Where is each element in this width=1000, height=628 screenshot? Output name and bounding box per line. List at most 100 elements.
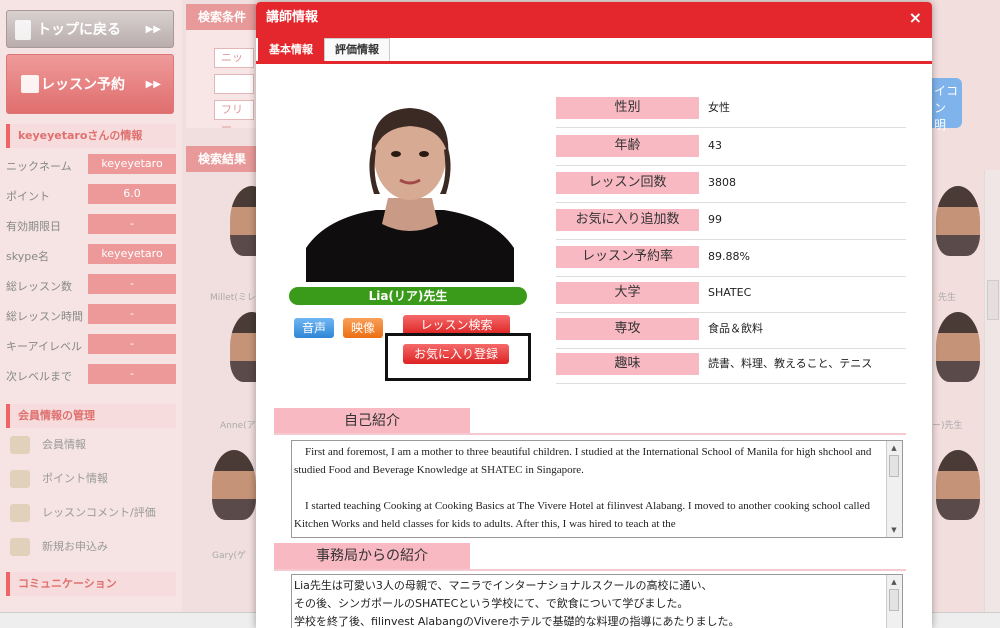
info-value: - xyxy=(88,214,176,234)
attr-value: 3808 xyxy=(708,176,736,189)
lesson-comment-label: レッスンコメント/評価 xyxy=(42,506,156,519)
attr-row-lesson-count: レッスン回数 3808 xyxy=(556,167,906,203)
info-value: - xyxy=(88,334,176,354)
cart-icon xyxy=(10,538,30,556)
communication-title: コミュニケーション xyxy=(6,572,176,596)
right-side-button[interactable]: イコン 明 xyxy=(932,78,962,132)
back-to-top-label: トップに戻る xyxy=(37,22,121,38)
office-intro-title: 事務局からの紹介 xyxy=(274,543,470,569)
info-row-level: キーアイレベル - xyxy=(6,334,176,356)
note-icon xyxy=(10,504,30,522)
search-conditions-panel: 検索条件 ニッ フリー xyxy=(186,4,256,134)
attr-value: 43 xyxy=(708,139,722,152)
info-row-total-time: 総レッスン時間 - xyxy=(6,304,176,326)
lesson-reserve-button[interactable]: レッスン予約 ▶▶ xyxy=(6,54,174,114)
attr-key: お気に入り追加数 xyxy=(556,209,699,231)
coins-icon xyxy=(10,470,30,488)
member-info-link[interactable]: 会員情報 xyxy=(10,432,86,458)
scroll-thumb[interactable] xyxy=(889,589,899,611)
teacher-thumb[interactable] xyxy=(936,450,980,520)
info-value: - xyxy=(88,364,176,384)
add-favorite-button[interactable]: お気に入り登録 xyxy=(403,344,509,364)
attr-value: 89.88% xyxy=(708,250,750,263)
double-arrow-icon: ▶▶ xyxy=(145,24,161,35)
attr-value: SHATEC xyxy=(708,286,752,299)
new-signup-link[interactable]: 新規お申込み xyxy=(10,534,108,560)
info-value: keyeyetaro xyxy=(88,244,176,264)
attr-key: 趣味 xyxy=(556,353,699,375)
new-signup-label: 新規お申込み xyxy=(42,540,108,553)
back-to-top-button[interactable]: トップに戻る ▶▶ xyxy=(6,10,174,48)
close-icon[interactable]: × xyxy=(909,8,922,27)
member-mgmt-title: 会員情報の管理 xyxy=(6,404,176,428)
thumb-label: Millet(ミレ xyxy=(210,293,256,303)
thumb-label: ー)先生 xyxy=(932,421,963,431)
self-intro-title: 自己紹介 xyxy=(274,408,470,434)
video-button[interactable]: 映像 xyxy=(343,318,383,338)
search-field-1[interactable]: ニッ xyxy=(214,48,254,68)
info-key: 次レベルまで xyxy=(6,370,72,383)
double-arrow-icon: ▶▶ xyxy=(145,79,161,90)
attr-key: レッスン回数 xyxy=(556,172,699,194)
info-key: 有効期限日 xyxy=(6,220,61,233)
attr-row-university: 大学 SHATEC xyxy=(556,277,906,313)
user-info-title: keyeyetaroさんの情報 xyxy=(6,124,176,148)
scroll-up-icon[interactable]: ▲ xyxy=(889,577,899,587)
attr-row-age: 年齢 43 xyxy=(556,130,906,166)
self-intro-textbox[interactable]: First and foremost, I am a mother to thr… xyxy=(291,440,903,538)
divider xyxy=(274,433,906,435)
office-intro-textbox[interactable]: Lia先生は可愛い3人の母親で、マニラでインターナショナルスクールの高校に通い、… xyxy=(291,574,903,628)
attr-key: レッスン予約率 xyxy=(556,246,699,268)
teacher-name: Lia(リア)先生 xyxy=(289,287,527,305)
tab-rating-info[interactable]: 評価情報 xyxy=(324,38,390,61)
scroll-thumb[interactable] xyxy=(889,455,899,477)
office-intro-text: Lia先生は可愛い3人の母親で、マニラでインターナショナルスクールの高校に通い、… xyxy=(294,579,740,628)
teacher-photo xyxy=(306,98,514,282)
attr-row-major: 専攻 食品＆飲料 xyxy=(556,313,906,349)
scroll-down-icon[interactable]: ▼ xyxy=(889,525,899,535)
search-field-2[interactable] xyxy=(214,74,254,94)
attr-value: 女性 xyxy=(708,101,730,114)
info-row-skype: skype名 keyeyetaro xyxy=(6,244,176,266)
points-info-label: ポイント情報 xyxy=(42,472,108,485)
info-value: - xyxy=(88,274,176,294)
search-field-3[interactable]: フリー xyxy=(214,100,254,134)
voice-button[interactable]: 音声 xyxy=(294,318,334,338)
attr-value: 99 xyxy=(708,213,722,226)
page-vertical-scrollbar[interactable] xyxy=(984,170,1000,620)
textbox-scrollbar[interactable]: ▲ ▼ xyxy=(886,441,902,537)
info-row-next-level: 次レベルまで - xyxy=(6,364,176,386)
teacher-thumb[interactable] xyxy=(936,312,980,382)
attr-value: 食品＆飲料 xyxy=(708,322,763,335)
info-key: ポイント xyxy=(6,190,50,203)
points-info-link[interactable]: ポイント情報 xyxy=(10,466,108,492)
tab-basic-info[interactable]: 基本情報 xyxy=(258,38,324,61)
info-value: - xyxy=(88,304,176,324)
divider xyxy=(274,569,906,571)
teacher-thumb[interactable] xyxy=(212,450,256,520)
info-value: 6.0 xyxy=(88,184,176,204)
teacher-photo-image xyxy=(306,98,514,282)
textbox-scrollbar[interactable]: ▲ xyxy=(886,575,902,628)
info-row-total-lessons: 総レッスン数 - xyxy=(6,274,176,296)
info-key: キーアイレベル xyxy=(6,340,83,353)
teacher-thumb[interactable] xyxy=(936,186,980,256)
thumb-label: Gary(ゲ xyxy=(212,551,247,561)
modal-title: 講師情報 xyxy=(256,2,932,38)
attr-row-favorite-count: お気に入り追加数 99 xyxy=(556,204,906,240)
self-intro-text: First and foremost, I am a mother to thr… xyxy=(294,446,872,530)
info-key: 総レッスン時間 xyxy=(6,310,83,323)
attr-key: 大学 xyxy=(556,282,699,304)
scroll-thumb[interactable] xyxy=(987,280,999,320)
attr-key: 年齢 xyxy=(556,135,699,157)
info-row-nickname: ニックネーム keyeyetaro xyxy=(6,154,176,176)
member-info-label: 会員情報 xyxy=(42,438,86,451)
lesson-search-button[interactable]: レッスン検索 xyxy=(403,315,510,335)
lesson-comment-link[interactable]: レッスンコメント/評価 xyxy=(10,500,156,526)
modal-tabs: 基本情報 評価情報 xyxy=(256,38,932,64)
scroll-up-icon[interactable]: ▲ xyxy=(889,443,899,453)
lesson-reserve-label: レッスン予約 xyxy=(41,77,125,93)
attr-row-hobby: 趣味 読書、料理、教えること、テニス xyxy=(556,348,906,384)
back-icon xyxy=(15,20,31,40)
teacher-info-modal: 講師情報 × 基本情報 評価情報 Lia(リア)先生 音声 映像 レッスン検索 … xyxy=(256,2,932,628)
